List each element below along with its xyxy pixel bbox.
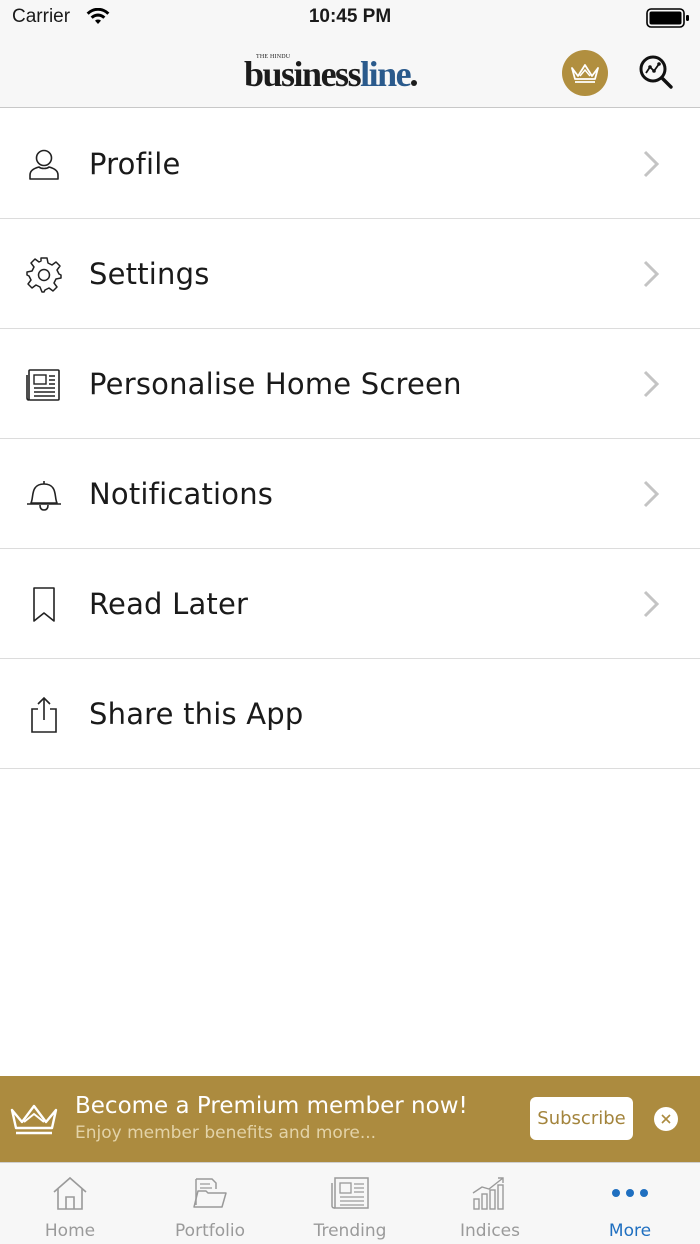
gear-icon bbox=[24, 255, 64, 295]
bookmark-icon bbox=[24, 585, 64, 625]
businessline-logo: THE HINDU businessline bbox=[244, 48, 460, 94]
tab-trending[interactable]: Trending bbox=[280, 1163, 420, 1244]
user-icon bbox=[24, 145, 64, 185]
menu-item-share-app[interactable]: Share this App bbox=[0, 659, 700, 769]
tab-indices[interactable]: Indices bbox=[420, 1163, 560, 1244]
tab-bar: Home Portfolio Trending Indices More bbox=[0, 1162, 700, 1244]
tab-label: Home bbox=[44, 1221, 96, 1241]
tab-label: Indices bbox=[460, 1221, 520, 1241]
tab-label: Trending bbox=[313, 1221, 387, 1241]
trending-icon bbox=[280, 1175, 420, 1211]
crown-icon bbox=[571, 64, 599, 83]
menu-item-label: Read Later bbox=[89, 587, 249, 621]
status-time: 10:45 PM bbox=[308, 6, 392, 27]
bell-icon bbox=[24, 475, 64, 515]
premium-banner: Become a Premium member now! Enjoy membe… bbox=[0, 1076, 700, 1162]
chart-search-icon bbox=[639, 55, 673, 89]
menu-item-label: Notifications bbox=[89, 477, 274, 511]
status-bar: Carrier 10:45 PM bbox=[0, 0, 700, 40]
chevron-right-icon bbox=[642, 260, 660, 292]
menu-item-personalise[interactable]: Personalise Home Screen bbox=[0, 329, 700, 439]
crown-icon bbox=[10, 1102, 58, 1140]
share-icon bbox=[24, 695, 64, 735]
menu-item-read-later[interactable]: Read Later bbox=[0, 549, 700, 659]
menu-item-profile[interactable]: Profile bbox=[0, 109, 700, 219]
more-menu: Profile Settings Personalise Home Screen bbox=[0, 109, 700, 769]
tab-portfolio[interactable]: Portfolio bbox=[140, 1163, 280, 1244]
newspaper-icon bbox=[24, 365, 64, 405]
app-header: THE HINDU businessline bbox=[0, 40, 700, 108]
logo-wordmark: businessline bbox=[244, 52, 418, 96]
menu-item-notifications[interactable]: Notifications bbox=[0, 439, 700, 549]
menu-item-label: Personalise Home Screen bbox=[89, 367, 462, 401]
banner-close-button[interactable] bbox=[654, 1107, 678, 1131]
menu-item-label: Profile bbox=[89, 147, 181, 181]
chevron-right-icon bbox=[642, 480, 660, 512]
more-icon bbox=[560, 1175, 700, 1211]
home-icon bbox=[0, 1175, 140, 1211]
tab-label: Portfolio bbox=[175, 1221, 245, 1241]
tab-home[interactable]: Home bbox=[0, 1163, 140, 1244]
portfolio-icon bbox=[140, 1175, 280, 1211]
indices-icon bbox=[420, 1175, 560, 1211]
menu-item-label: Settings bbox=[89, 257, 210, 291]
tab-more[interactable]: More bbox=[560, 1163, 700, 1244]
banner-title: Become a Premium member now! bbox=[75, 1093, 468, 1119]
premium-crown-button[interactable] bbox=[562, 50, 608, 96]
menu-item-settings[interactable]: Settings bbox=[0, 219, 700, 329]
close-icon bbox=[661, 1114, 671, 1124]
chevron-right-icon bbox=[642, 150, 660, 182]
chevron-right-icon bbox=[642, 590, 660, 622]
battery-icon bbox=[646, 8, 690, 32]
chevron-right-icon bbox=[642, 370, 660, 402]
market-search-button[interactable] bbox=[636, 52, 676, 92]
tab-label: More bbox=[608, 1221, 652, 1241]
menu-item-label: Share this App bbox=[89, 697, 304, 731]
banner-subtitle: Enjoy member benefits and more... bbox=[75, 1123, 377, 1143]
subscribe-button[interactable]: Subscribe bbox=[530, 1097, 633, 1140]
